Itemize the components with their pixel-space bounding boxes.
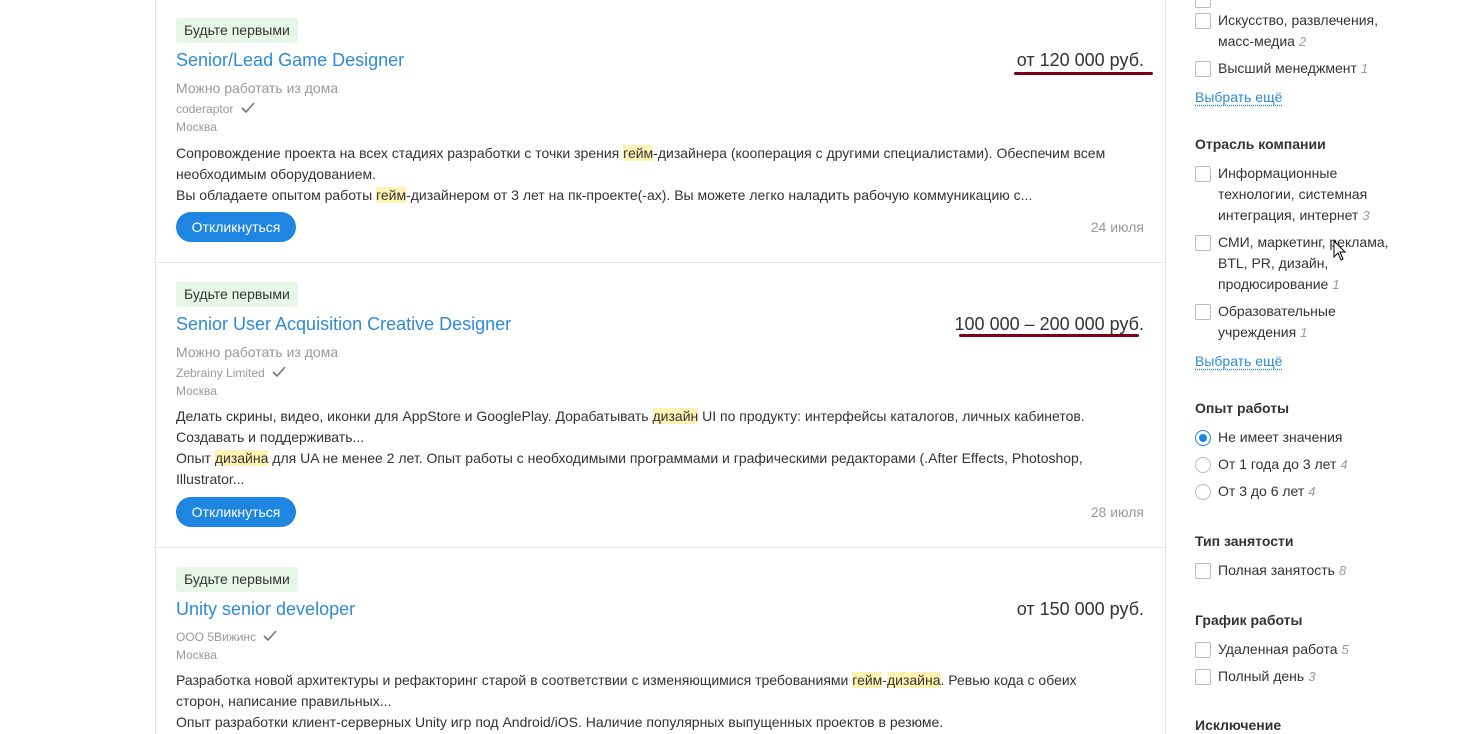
vacancy-description: Делать скрины, видео, иконки для AppStor…: [176, 408, 1085, 487]
remote-work-label: Можно работать из дома: [176, 80, 339, 96]
company: Zebrainy Limited: [176, 365, 286, 381]
salary: 100 000 – 200 000 руб.: [954, 314, 1144, 334]
verified-check-icon: [241, 102, 255, 114]
vacancy-description: Разработка новой архитектуры и рефактори…: [176, 672, 1077, 730]
city: Москва: [176, 384, 217, 398]
radio-option-label: Не имеет значения: [1218, 429, 1343, 445]
filter-option-label: Удаленная работа 5: [1218, 641, 1349, 657]
employment-filter-title: Тип занятости: [1195, 533, 1294, 549]
vacancy-card: Будьте первыми Unity senior developer от…: [156, 548, 1165, 734]
radio-button-selected[interactable]: [1195, 430, 1211, 446]
vacancy-list: Будьте первыми Senior/Lead Game Designer…: [155, 0, 1166, 734]
be-first-badge: Будьте первыми: [176, 567, 298, 592]
be-first-badge: Будьте первыми: [176, 18, 298, 43]
respond-button[interactable]: Откликнуться: [176, 497, 296, 527]
select-more-link[interactable]: Выбрать ещё: [1195, 353, 1282, 369]
vacancy-card: Будьте первыми Senior User Acquisition C…: [156, 263, 1165, 548]
vacancy-title-link[interactable]: Senior/Lead Game Designer: [176, 49, 404, 71]
filter-checkbox[interactable]: [1195, 304, 1211, 320]
exclusion-filter-title: Исключение: [1195, 717, 1282, 733]
radio-option-label: От 1 года до 3 лет 4: [1218, 456, 1348, 472]
radio-option-label: От 3 до 6 лет 4: [1218, 483, 1316, 499]
filter-checkbox[interactable]: [1195, 669, 1211, 685]
schedule-filter-title: График работы: [1195, 612, 1303, 628]
radio-button[interactable]: [1195, 457, 1211, 473]
annotation-underline: [1014, 72, 1153, 75]
company: coderaptor: [176, 101, 255, 117]
be-first-badge: Будьте первыми: [176, 282, 298, 307]
filter-option-label: Искусство, развлечения, масс-медиа 2: [1218, 12, 1378, 49]
experience-filter-title: Опыт работы: [1195, 400, 1290, 416]
vacancy-title-link[interactable]: Unity senior developer: [176, 598, 355, 620]
filter-option-label: СМИ, маркетинг, реклама, BTL, PR, дизайн…: [1218, 234, 1389, 292]
city: Москва: [176, 648, 217, 662]
filter-checkbox[interactable]: [1195, 61, 1211, 77]
select-more-link[interactable]: Выбрать ещё: [1195, 89, 1282, 105]
industry-filter-title: Отрасль компании: [1195, 136, 1326, 152]
filter-option-label: Информационные технологии, системная инт…: [1218, 165, 1370, 223]
verified-check-icon: [272, 366, 286, 378]
radio-button[interactable]: [1195, 484, 1211, 500]
company-link[interactable]: ООО 5Вижинс: [176, 630, 256, 644]
vacancy-card: Будьте первыми Senior/Lead Game Designer…: [156, 0, 1165, 263]
salary: от 120 000 руб.: [1016, 50, 1144, 70]
filter-checkbox[interactable]: [1195, 166, 1211, 182]
verified-check-icon: [263, 630, 278, 642]
filters-sidebar: Искусство, развлечения, масс-медиа 2 Высш…: [1195, 0, 1477, 734]
filter-checkbox[interactable]: [1195, 235, 1211, 251]
mouse-cursor-icon: [1333, 240, 1347, 261]
annotation-underline: [959, 334, 1139, 337]
filter-option-label: Высший менеджмент 1: [1218, 60, 1369, 76]
publish-date: 24 июля: [1090, 219, 1144, 235]
filter-option-label: Полная занятость 8: [1218, 562, 1347, 578]
company-link[interactable]: Zebrainy Limited: [176, 366, 265, 380]
filter-checkbox[interactable]: [1195, 642, 1211, 658]
respond-button[interactable]: Откликнуться: [176, 212, 296, 242]
salary: от 150 000 руб.: [1016, 599, 1144, 619]
filter-checkbox[interactable]: [1195, 0, 1211, 8]
company: ООО 5Вижинс: [176, 629, 278, 645]
vacancy-title-link[interactable]: Senior User Acquisition Creative Designe…: [176, 313, 511, 335]
filter-checkbox[interactable]: [1195, 13, 1211, 29]
remote-work-label: Можно работать из дома: [176, 344, 339, 360]
filter-option-label: Полный день 3: [1218, 668, 1316, 684]
vacancy-description: Сопровождение проекта на всех стадиях ра…: [176, 145, 1106, 203]
filter-option-label: Образовательные учреждения 1: [1218, 303, 1336, 340]
filter-checkbox[interactable]: [1195, 563, 1211, 579]
publish-date: 28 июля: [1090, 504, 1144, 520]
company-link[interactable]: coderaptor: [176, 102, 233, 116]
city: Москва: [176, 120, 217, 134]
